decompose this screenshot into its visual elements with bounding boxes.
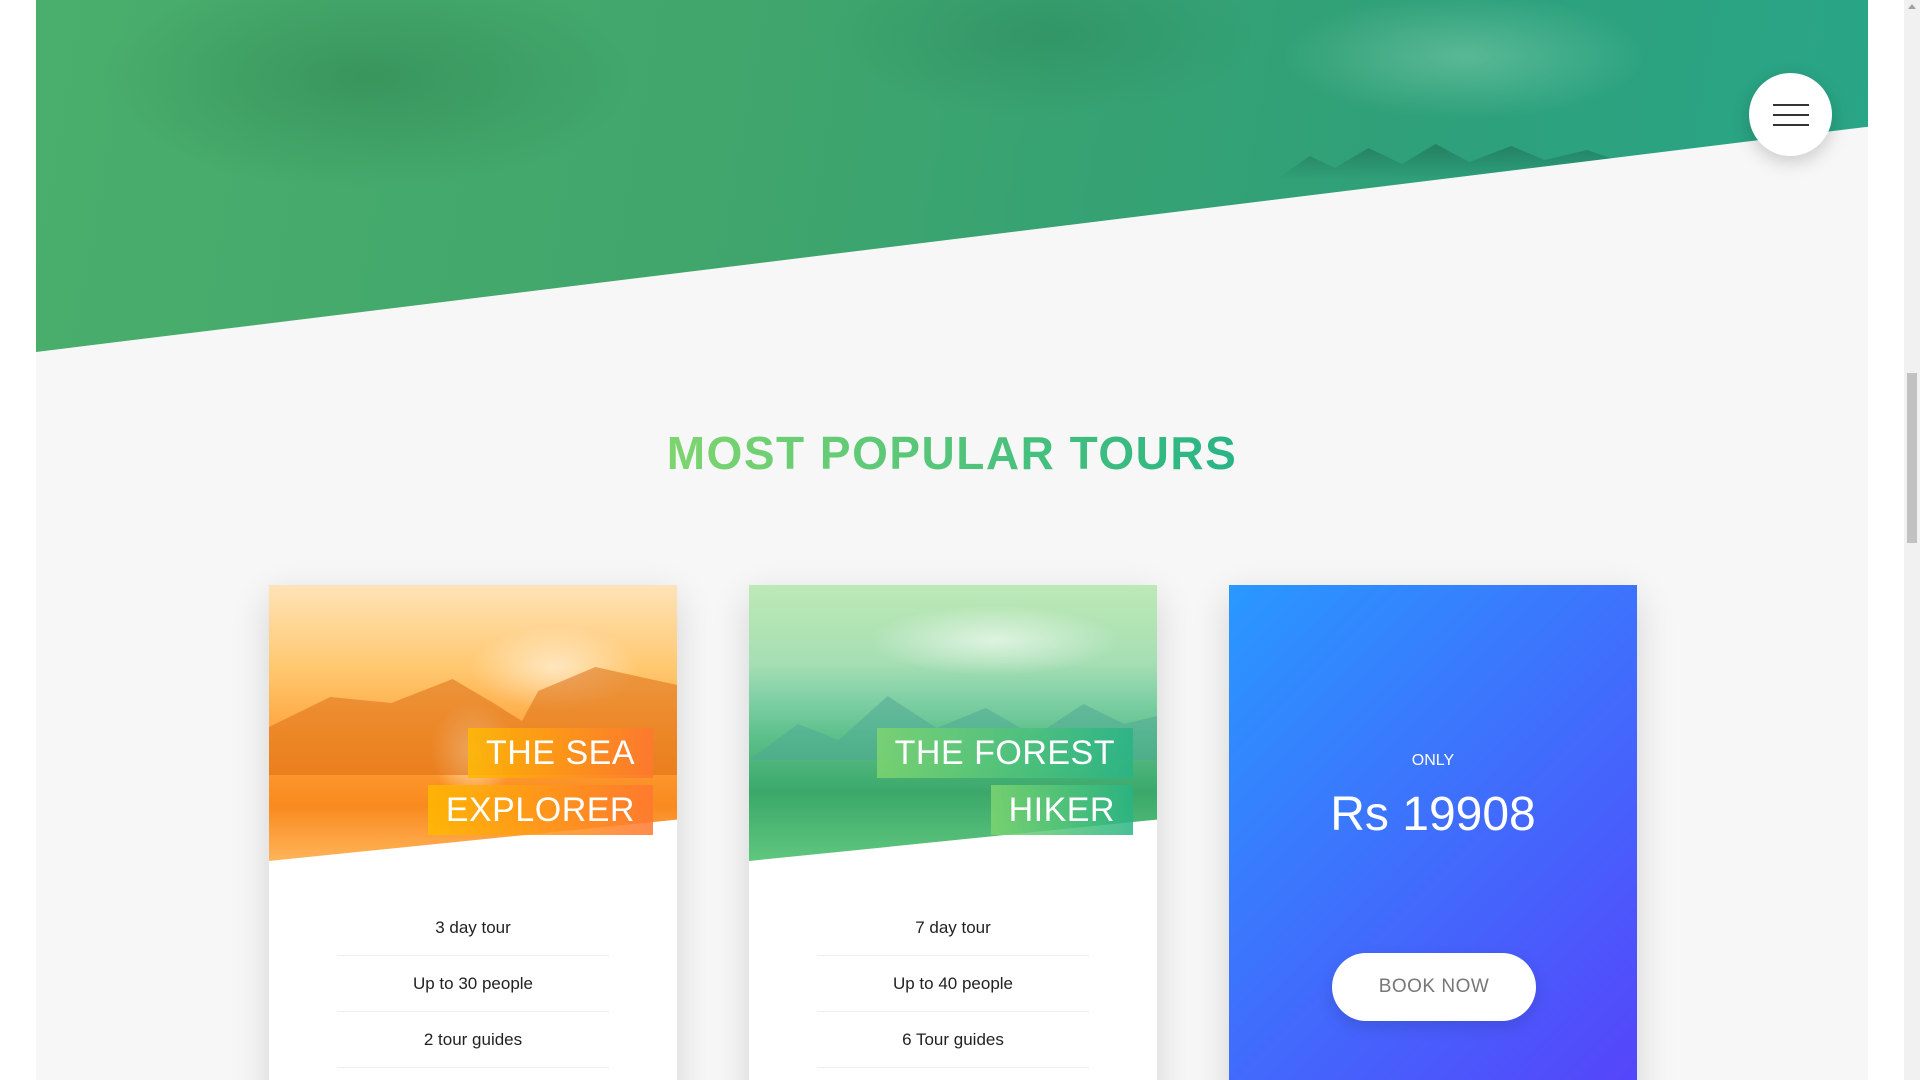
scrollbar-thumb[interactable] [1907,373,1917,543]
tour-heading: THE FOREST HIKER [876,725,1133,839]
tour-heading-line2: EXPLORER [427,785,653,835]
tour-detail-guides: 2 tour guides [337,1012,609,1068]
hero-background [36,0,1868,352]
tour-card-price-side: ONLY Rs 19908 BOOK NOW [1229,585,1637,1080]
book-now-button[interactable]: BOOK NOW [1332,953,1536,1021]
hamburger-menu-icon [1772,103,1809,126]
tour-details-list: 3 day tour Up to 30 people 2 tour guides [337,900,609,1068]
tour-detail-group-size: Up to 40 people [817,956,1089,1012]
section-title-text: MOST POPULAR TOURS [666,427,1238,479]
hero-treeline [1276,144,1696,180]
tour-heading: THE SEA EXPLORER [427,725,653,839]
tour-card-sea-explorer: THE SEA EXPLORER 3 day tour Up to 30 peo… [269,585,677,1080]
tour-detail-group-size: Up to 30 people [337,956,609,1012]
scroll-up-arrow-icon[interactable] [1908,4,1916,9]
tour-heading-line1: THE SEA [468,728,653,778]
tour-detail-duration: 7 day tour [817,900,1089,956]
tour-card-forest-hiker: THE FOREST HIKER 7 day tour Up to 40 peo… [749,585,1157,1080]
tour-heading-line1: THE FOREST [876,728,1133,778]
section-title: MOST POPULAR TOURS [36,426,1868,480]
tour-heading-line2: HIKER [990,785,1133,835]
vertical-scrollbar[interactable] [1904,0,1920,1080]
tour-detail-duration: 3 day tour [337,900,609,956]
navigation-menu-button[interactable] [1749,73,1832,156]
tour-detail-guides: 6 Tour guides [817,1012,1089,1068]
tour-details-list: 7 day tour Up to 40 people 6 Tour guides [817,900,1089,1068]
price-only-label: ONLY [1411,752,1455,769]
page: MOST POPULAR TOURS THE SEA EXPLORER 3 da… [36,0,1868,1080]
price-value: Rs 19908 [1330,788,1536,841]
